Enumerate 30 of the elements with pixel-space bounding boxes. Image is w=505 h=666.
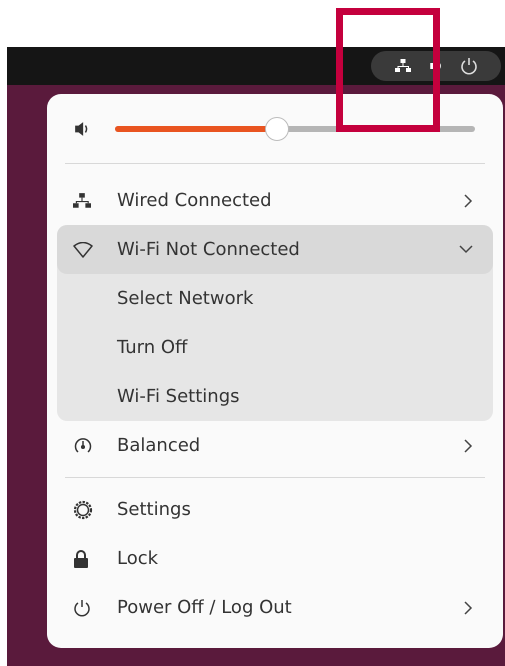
wifi-icon (73, 242, 93, 258)
settings-icon (73, 500, 93, 520)
menu-label: Lock (117, 547, 160, 571)
lock-icon (73, 548, 89, 568)
menu-label: Settings (117, 498, 192, 522)
gauge-icon (73, 436, 93, 456)
menu-item[interactable]: Wired Connected (57, 176, 493, 225)
menu-item[interactable]: Lock (57, 534, 493, 583)
chevron-right-icon (464, 194, 473, 208)
menu-label: Balanced (117, 434, 202, 458)
network-icon (73, 192, 91, 208)
submenu-item[interactable]: Wi-Fi Settings (57, 372, 493, 421)
chevron-right-icon (464, 600, 473, 614)
power-icon (460, 57, 478, 75)
network-icon (394, 59, 410, 73)
menu-label: Power Off / Log Out (117, 596, 293, 620)
menu-item[interactable]: Wi-Fi Not Connected (57, 225, 493, 274)
volume-slider[interactable] (115, 117, 475, 141)
menu-item[interactable]: Settings (57, 485, 493, 534)
menu-label: Wi-Fi Not Connected (117, 238, 301, 262)
power-icon (73, 598, 91, 616)
menu-item[interactable]: Balanced (57, 421, 493, 470)
chevron-down-icon (459, 245, 473, 254)
menu-item[interactable]: Power Off / Log Out (57, 583, 493, 632)
submenu-item[interactable]: Select Network (57, 274, 493, 323)
system-indicators[interactable] (371, 51, 501, 81)
menu-label: Wired Connected (117, 189, 273, 213)
slider-thumb[interactable] (265, 117, 289, 141)
chevron-right-icon (464, 438, 473, 452)
submenu-item[interactable]: Turn Off (57, 323, 493, 372)
